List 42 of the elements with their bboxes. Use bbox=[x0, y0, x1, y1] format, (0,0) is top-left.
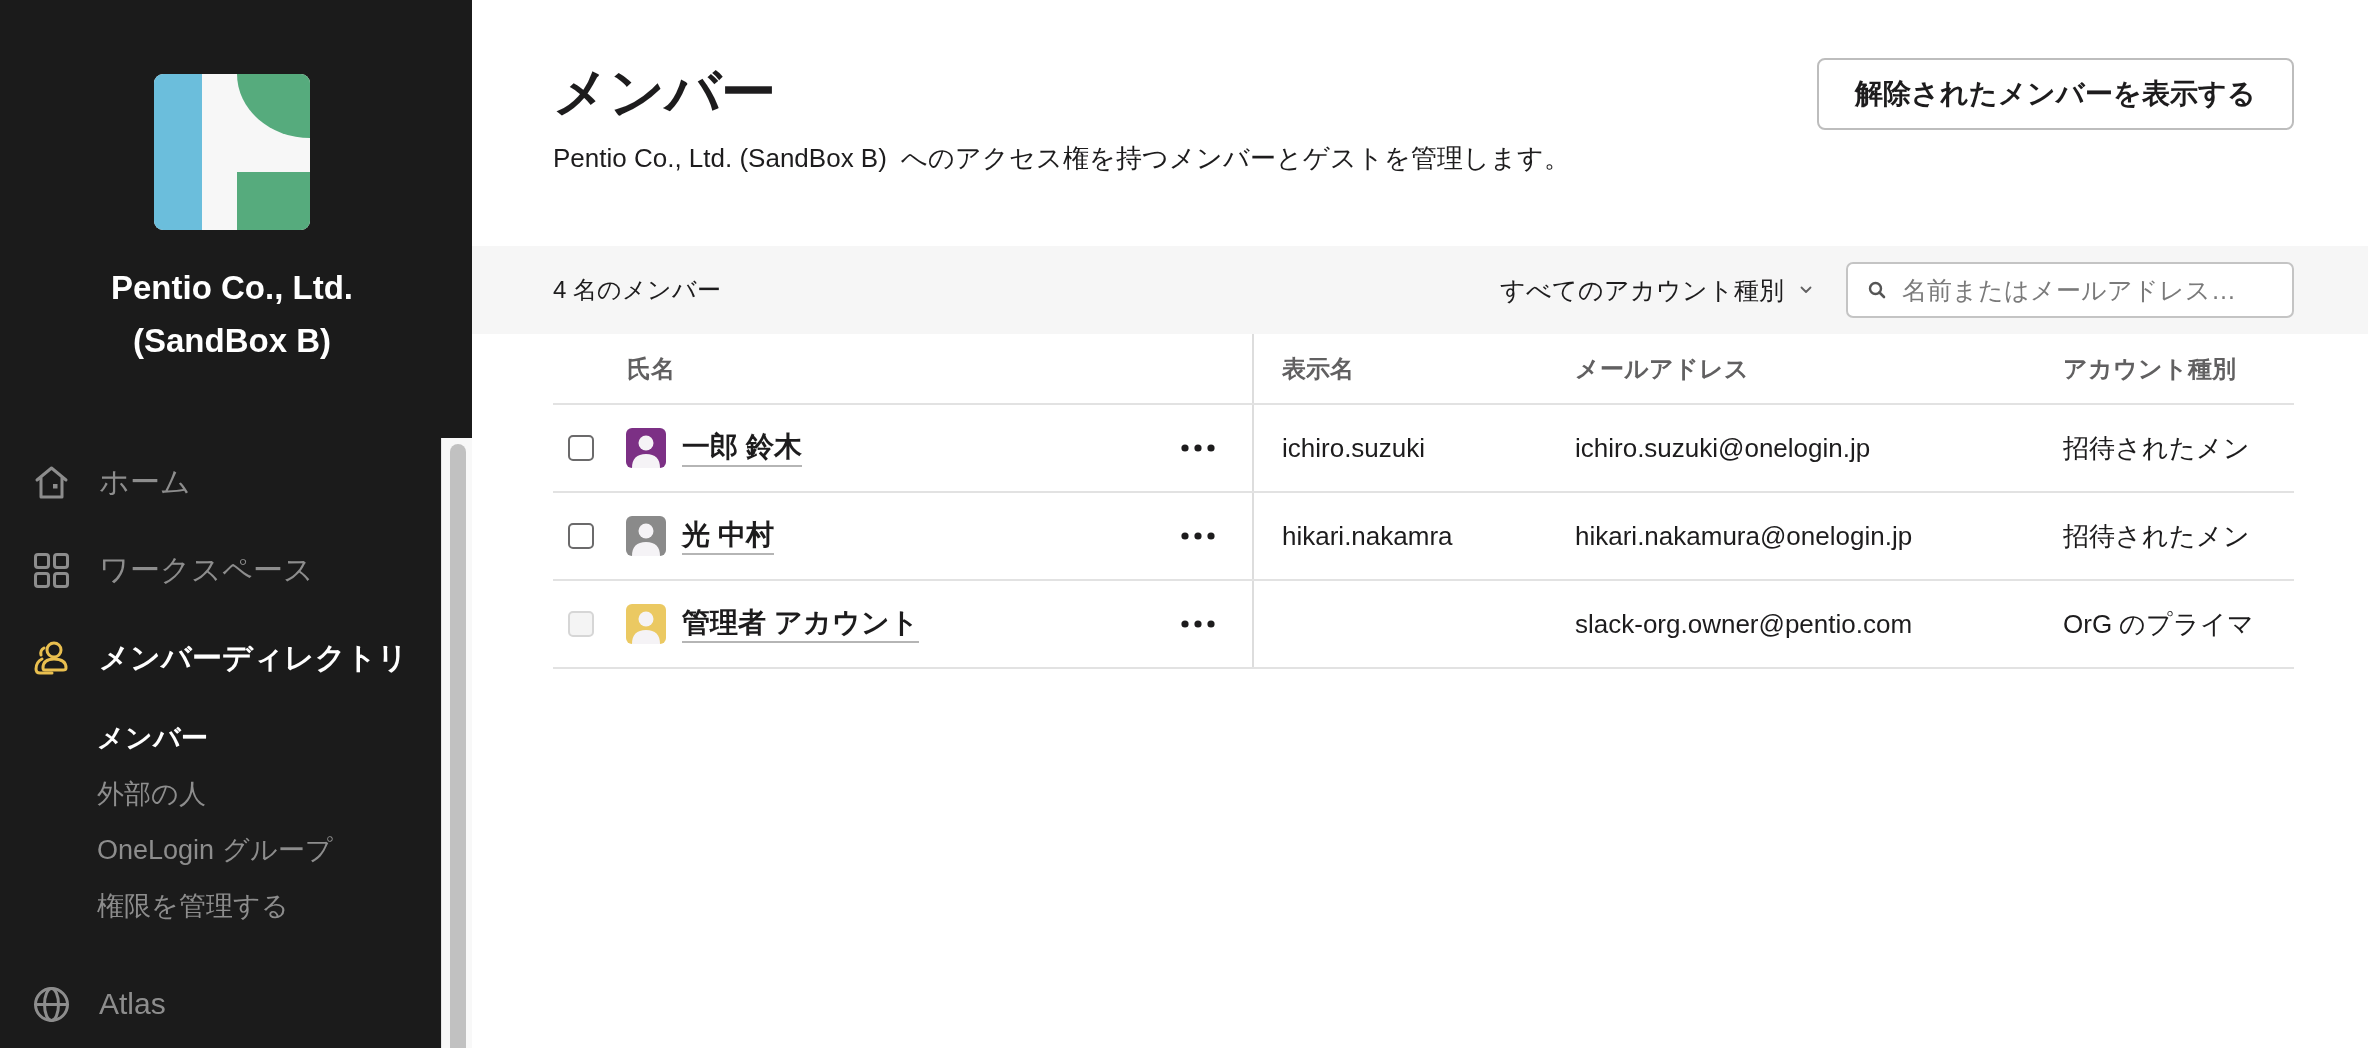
table-cell-text: slack-org.owner@pentio.com bbox=[1574, 607, 1914, 641]
column-header: メールアドレス bbox=[1574, 353, 1750, 384]
nav-item[interactable]: ワークスペース bbox=[0, 526, 441, 614]
member-count: 4 名のメンバー bbox=[553, 275, 722, 305]
account-filter-dropdown[interactable]: すべてのアカウント種別 bbox=[1500, 273, 1812, 307]
table-cell-text: 招待されたメン bbox=[2062, 431, 2251, 465]
table-cell-text: OrG のプライマ bbox=[2062, 607, 2256, 641]
grid-icon bbox=[33, 551, 70, 589]
nav-subitem[interactable]: メンバー bbox=[97, 710, 208, 766]
more-icon[interactable] bbox=[1181, 620, 1215, 628]
logo-icon bbox=[154, 74, 310, 230]
nav-subitem[interactable]: 権限を管理する bbox=[97, 878, 289, 934]
table-cell-text: ichiro.suzuki@onelogin.jp bbox=[1574, 431, 1872, 465]
home-icon bbox=[33, 463, 70, 501]
page-description: Pentio Co., Ltd. (SandBox B) へのアクセス権を持つメンバーとゲストを管理します。 bbox=[553, 142, 1571, 175]
nav-item[interactable]: Atlas bbox=[0, 960, 441, 1048]
table-cell-text: 招待されたメン bbox=[2062, 519, 2251, 553]
row-checkbox[interactable] bbox=[568, 523, 594, 549]
org-name: Pentio Co., Ltd. (SandBox B) bbox=[110, 268, 354, 361]
column-header: 表示名 bbox=[1281, 353, 1355, 384]
scrollbar-thumb[interactable] bbox=[450, 444, 466, 1048]
table-cell-text: hikari.nakamra bbox=[1281, 519, 1454, 553]
member-name-link[interactable]: 一郎 鈴木 bbox=[682, 429, 802, 467]
row-checkbox[interactable] bbox=[568, 435, 594, 461]
table-cell-text: ichiro.suzuki bbox=[1281, 431, 1427, 465]
search-field[interactable]: 名前またはメールアドレス… bbox=[1846, 262, 2294, 318]
show-deactivated-button[interactable]: 解除されたメンバーを表示する bbox=[1817, 58, 2294, 130]
column-header: アカウント種別 bbox=[2062, 353, 2237, 384]
page-title: メンバー bbox=[553, 60, 777, 124]
globe-icon bbox=[33, 985, 70, 1023]
nav-subitem[interactable]: OneLogin グループ bbox=[97, 822, 333, 878]
table-cell-text: hikari.nakamura@onelogin.jp bbox=[1574, 519, 1914, 553]
more-icon[interactable] bbox=[1181, 532, 1215, 540]
nav-item[interactable]: メンバーディレクトリ bbox=[0, 614, 441, 702]
search-icon bbox=[1868, 281, 1886, 299]
nav-subitem[interactable]: 外部の人 bbox=[97, 766, 206, 822]
member-name-link[interactable]: 光 中村 bbox=[682, 517, 774, 555]
nav-item[interactable]: ホーム bbox=[0, 438, 441, 526]
chevron-down-icon bbox=[1800, 286, 1812, 294]
column-header: 氏名 bbox=[553, 334, 1254, 403]
more-icon[interactable] bbox=[1181, 444, 1215, 452]
people-icon bbox=[33, 639, 70, 677]
